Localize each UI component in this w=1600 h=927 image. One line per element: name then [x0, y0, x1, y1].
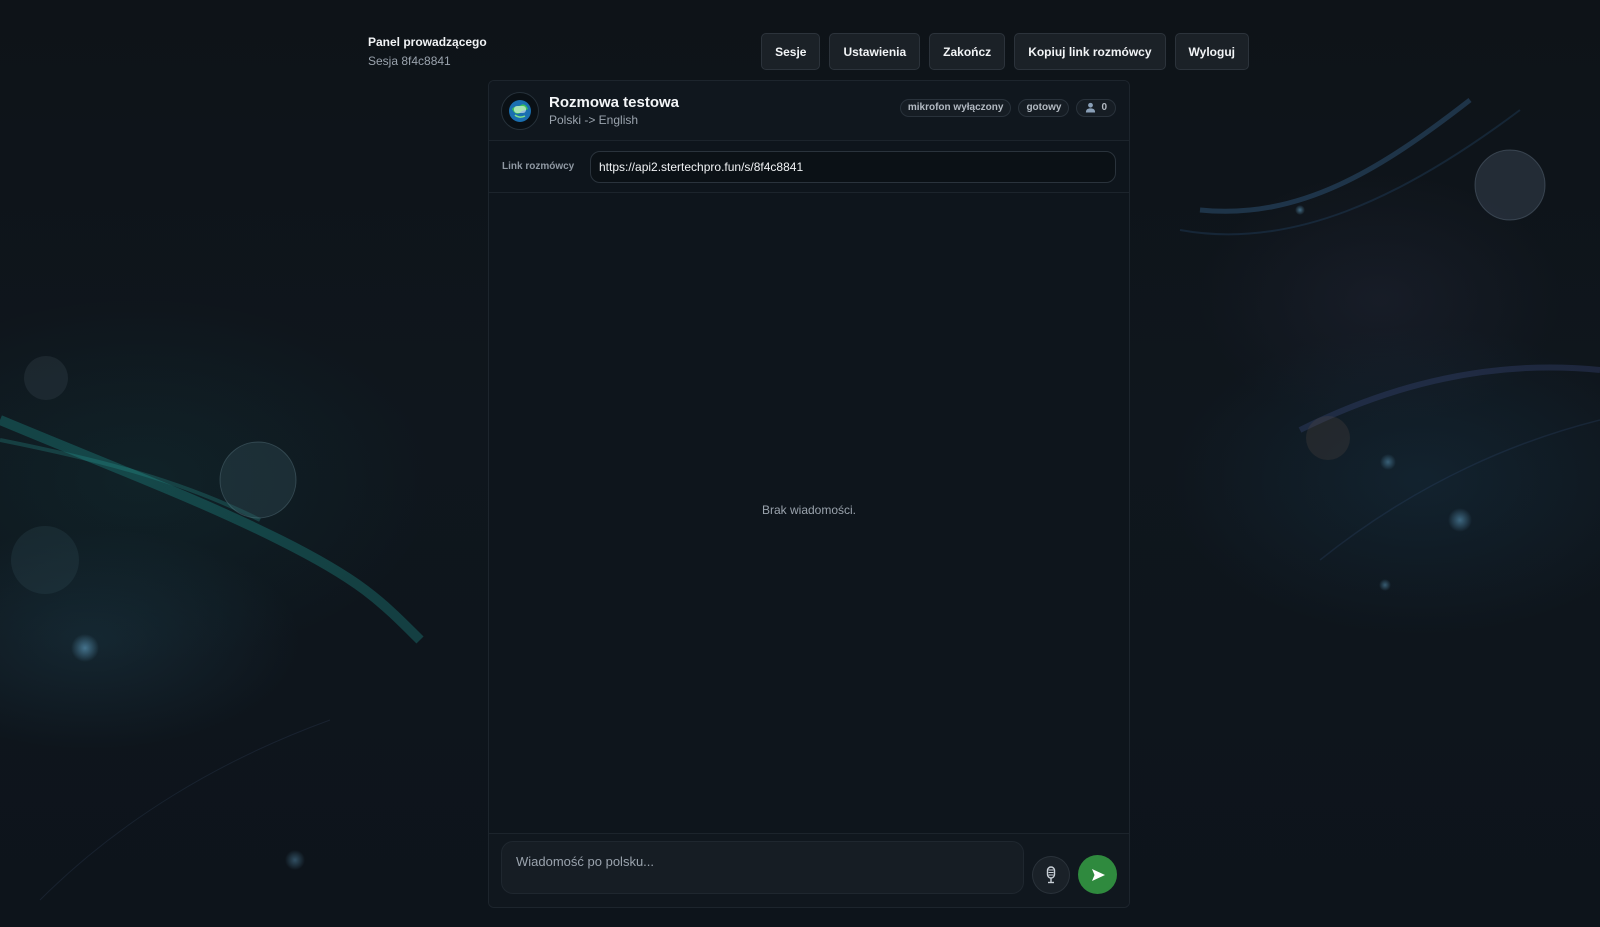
end-session-button[interactable]: Zakończ — [929, 33, 1006, 70]
mic-status-badge: mikrofon wyłączony — [899, 98, 1012, 117]
guest-link-label: Link rozmówcy — [502, 161, 575, 172]
conversation-title: Rozmowa testowa — [549, 94, 680, 111]
guest-link-row: Link rozmówcy — [489, 141, 1129, 193]
participants-badge: 0 — [1076, 98, 1116, 117]
session-id: Sesja 8f4c8841 — [368, 54, 451, 68]
message-input[interactable] — [501, 841, 1025, 894]
microphone-icon — [1047, 865, 1056, 883]
microphone-button[interactable] — [1032, 855, 1071, 894]
send-icon — [1091, 868, 1105, 881]
page-title: Panel prowadzącego — [368, 35, 487, 49]
settings-button[interactable]: Ustawienia — [829, 33, 921, 70]
message-list: Brak wiadomości. — [489, 193, 1129, 833]
copy-link-button[interactable]: Kopiuj link rozmówcy — [1014, 33, 1166, 70]
globe-chat-icon — [501, 91, 539, 130]
send-button[interactable] — [1078, 855, 1117, 894]
participants-count: 0 — [1101, 102, 1107, 113]
top-nav: Sesje Ustawienia Zakończ Kopiuj link roz… — [761, 33, 1249, 70]
language-pair: Polski -> English — [549, 113, 639, 127]
logout-button[interactable]: Wyloguj — [1174, 33, 1249, 70]
empty-messages-text: Brak wiadomości. — [761, 503, 857, 517]
sessions-button[interactable]: Sesje — [761, 33, 821, 70]
header-branding: Panel prowadzącego Sesja 8f4c8841 — [368, 35, 487, 68]
person-icon — [1086, 102, 1096, 113]
conversation-header: Rozmowa testowa Polski -> English mikrof… — [489, 81, 1129, 141]
message-composer — [489, 833, 1129, 907]
status-badges: mikrofon wyłączony gotowy 0 — [899, 98, 1116, 117]
conversation-panel: Rozmowa testowa Polski -> English mikrof… — [488, 80, 1130, 908]
guest-link-field[interactable] — [590, 150, 1116, 183]
ready-status-badge: gotowy — [1018, 98, 1070, 117]
